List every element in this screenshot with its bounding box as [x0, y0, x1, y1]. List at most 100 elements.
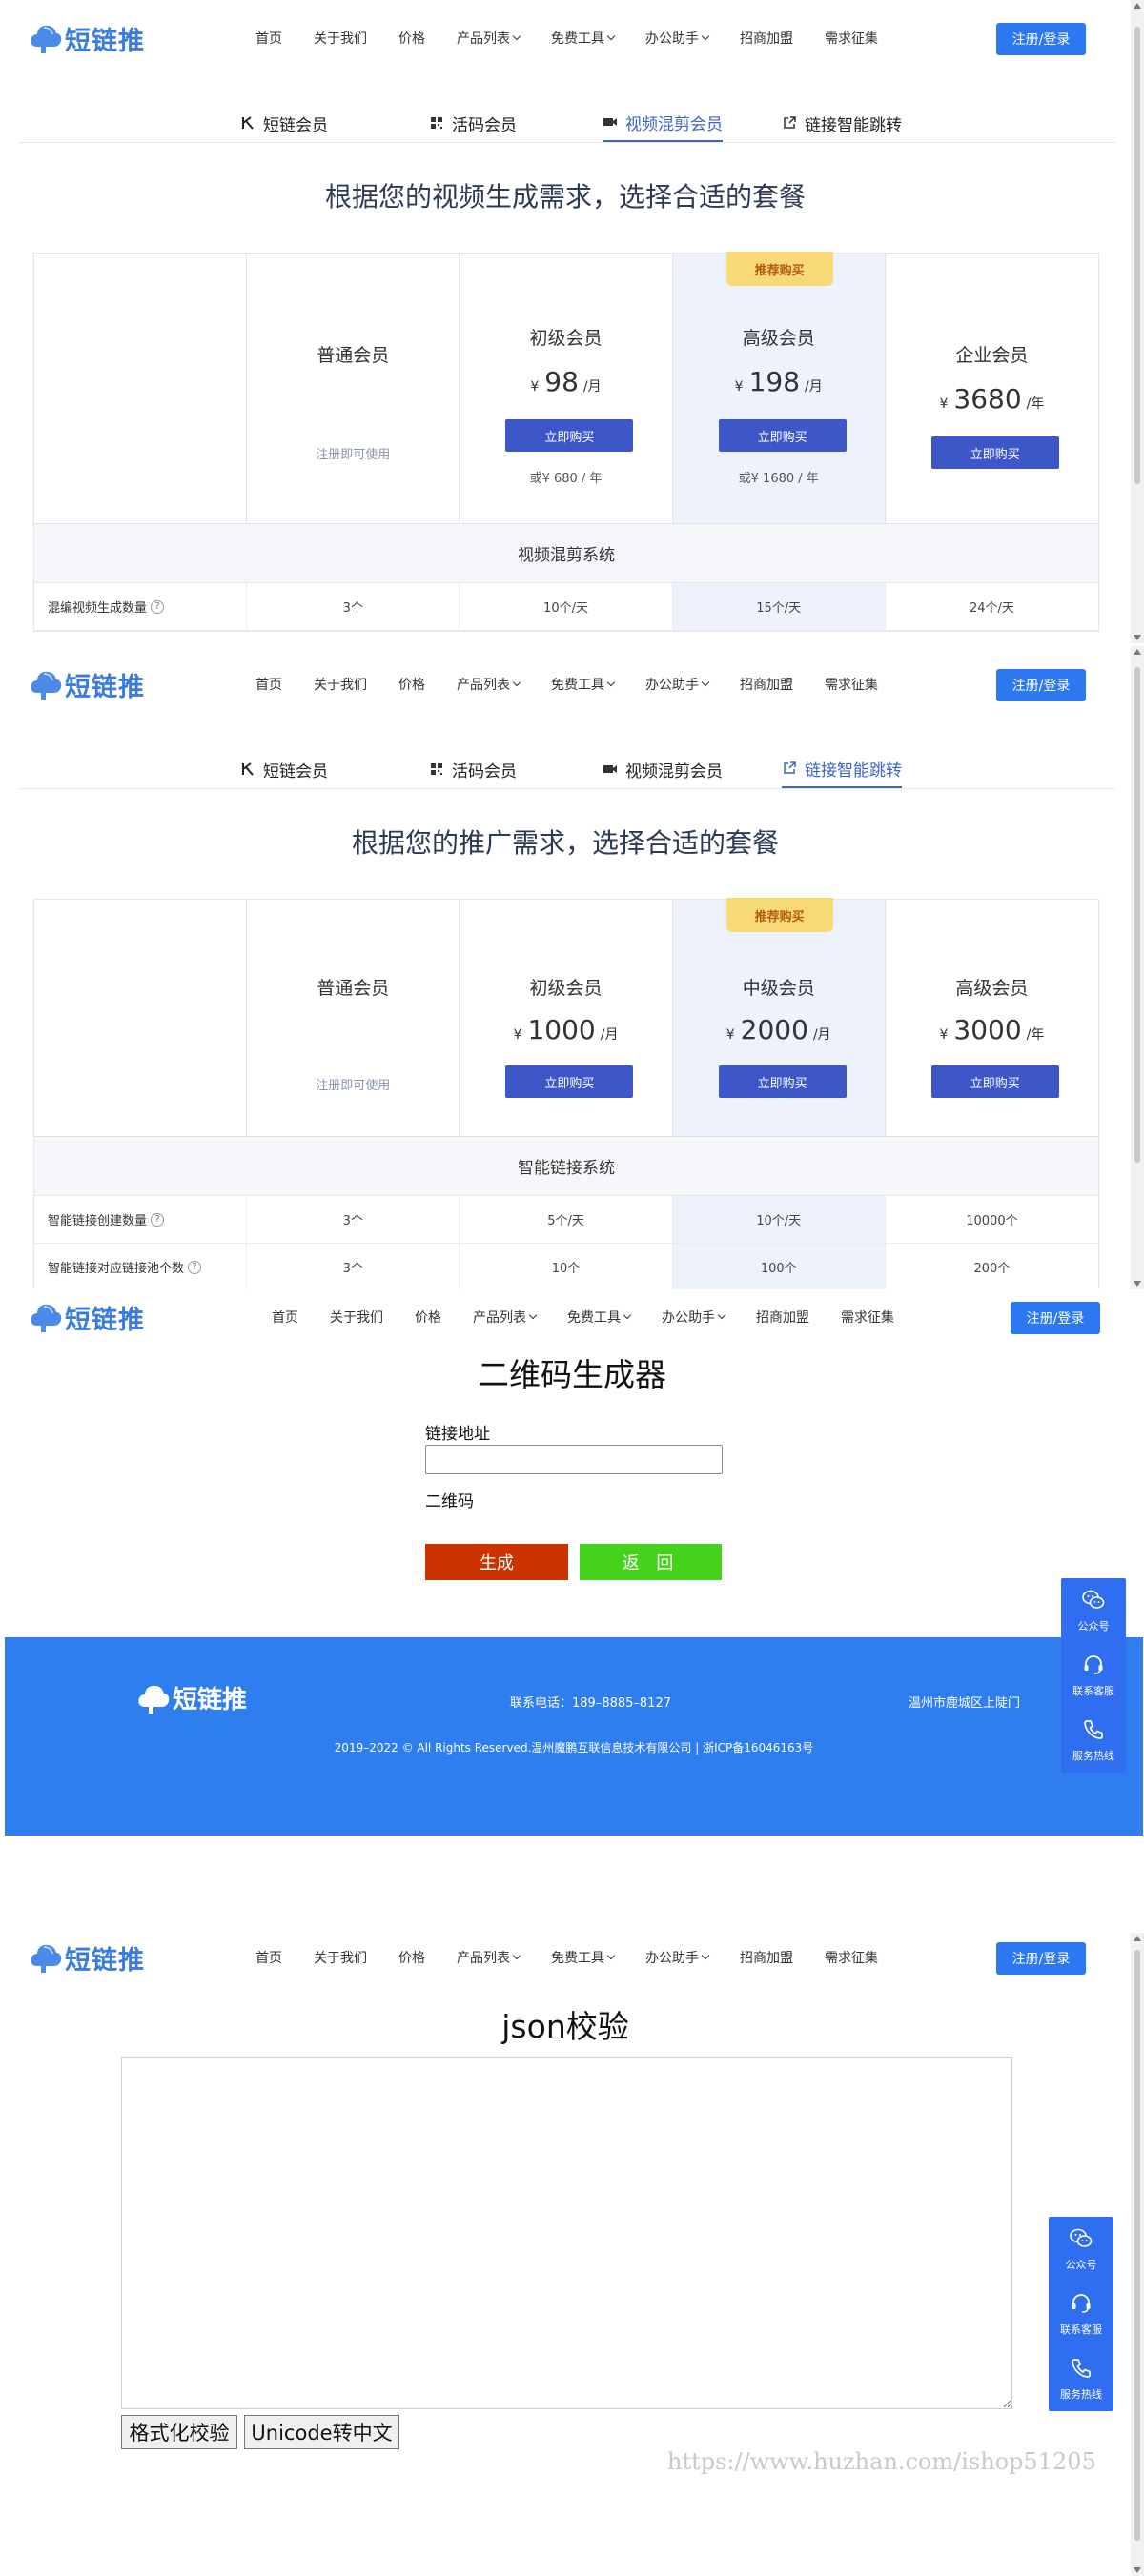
nav-item[interactable]: 关于我们: [314, 29, 367, 48]
scrollbar-thumb[interactable]: [1134, 1950, 1140, 2541]
nav-item[interactable]: 首页: [255, 29, 282, 48]
nav-item[interactable]: 招商加盟: [756, 1308, 809, 1327]
help-icon[interactable]: ?: [151, 1212, 165, 1227]
tab-qr-code[interactable]: 活码会员: [429, 104, 517, 142]
float-wechat[interactable]: 公众号: [1061, 1578, 1126, 1643]
scrollbar-thumb[interactable]: [1134, 667, 1140, 1163]
site-logo[interactable]: 短链推: [29, 1938, 145, 1977]
login-button[interactable]: 注册/登录: [1011, 1302, 1100, 1334]
float-service[interactable]: 联系客服: [1049, 2282, 1113, 2346]
nav-item[interactable]: 办公助手: [662, 1308, 726, 1327]
back-button[interactable]: 返 回: [580, 1544, 722, 1580]
nav-item[interactable]: 免费工具: [551, 29, 616, 48]
float-hotline[interactable]: 服务热线: [1049, 2346, 1113, 2411]
nav-item[interactable]: 价格: [398, 29, 425, 48]
nav-item-label: 需求征集: [825, 31, 878, 47]
video-camera-icon: [603, 761, 618, 777]
float-service[interactable]: 联系客服: [1061, 1643, 1126, 1708]
tab-qr-code[interactable]: 活码会员: [429, 750, 517, 788]
nav-item[interactable]: 产品列表: [473, 1308, 538, 1327]
nav-item[interactable]: 产品列表: [457, 1948, 521, 1967]
nav-item[interactable]: 招商加盟: [740, 1948, 793, 1967]
site-logo[interactable]: 短链推: [29, 19, 145, 57]
nav-item[interactable]: 产品列表: [457, 29, 521, 48]
buy-now-button[interactable]: 立即购买: [718, 1065, 847, 1098]
nav-item-label: 首页: [272, 1310, 298, 1326]
nav-item[interactable]: 需求征集: [841, 1308, 894, 1327]
nav-item[interactable]: 免费工具: [567, 1308, 632, 1327]
chevron-down-icon: [606, 31, 616, 41]
link-address-input[interactable]: [425, 1445, 723, 1474]
tab-smart-redirect[interactable]: 链接智能跳转: [782, 750, 902, 788]
site-logo[interactable]: 短链推: [29, 665, 145, 703]
nav-item[interactable]: 办公助手: [645, 1948, 710, 1967]
login-button[interactable]: 注册/登录: [996, 1942, 1086, 1975]
scrollbar[interactable]: [1131, 1933, 1144, 2576]
tab-smart-redirect[interactable]: 链接智能跳转: [782, 104, 902, 142]
nav-item[interactable]: 办公助手: [645, 675, 710, 694]
nav-item[interactable]: 需求征集: [825, 1948, 878, 1967]
pricing-table: 普通会员 注册即可使用 初级会员 ¥1000/月 立即购买 推荐购买 中级会员 …: [33, 898, 1099, 1289]
main-nav: 首页 关于我们 价格 产品列表 免费工具 办公助手 招商加盟 需求征集: [272, 1308, 926, 1327]
tab-short-link[interactable]: 短链会员: [240, 750, 328, 788]
nav-item[interactable]: 免费工具: [551, 1948, 616, 1967]
nav-item[interactable]: 需求征集: [825, 675, 878, 694]
plan-price: ¥198/月: [673, 366, 885, 397]
format-validate-button[interactable]: 格式化校验: [121, 2415, 237, 2449]
nav-item-label: 办公助手: [645, 678, 699, 693]
buy-now-button[interactable]: 立即购买: [718, 419, 847, 452]
buy-now-button[interactable]: 立即购买: [930, 1065, 1059, 1098]
nav-item[interactable]: 关于我们: [330, 1308, 383, 1327]
nav-item[interactable]: 价格: [398, 675, 425, 694]
nav-item[interactable]: 产品列表: [457, 675, 521, 694]
table-cell: 3个: [247, 1244, 460, 1289]
nav-item[interactable]: 首页: [255, 675, 282, 694]
login-button[interactable]: 注册/登录: [996, 23, 1086, 55]
scroll-down-icon[interactable]: [1134, 2567, 1141, 2573]
nav-item-label: 需求征集: [825, 1951, 878, 1966]
help-icon[interactable]: ?: [151, 599, 165, 614]
unicode-convert-button[interactable]: Unicode转中文: [244, 2415, 399, 2449]
nav-item[interactable]: 首页: [272, 1308, 298, 1327]
buy-now-button[interactable]: 立即购买: [930, 436, 1059, 469]
nav-item[interactable]: 免费工具: [551, 675, 616, 694]
float-wechat[interactable]: 公众号: [1049, 2217, 1113, 2282]
plan-name: 普通会员: [317, 978, 390, 999]
plan-note: 注册即可使用: [316, 448, 391, 462]
nav-item-label: 价格: [415, 1310, 441, 1326]
nav-item[interactable]: 需求征集: [825, 29, 878, 48]
nav-item[interactable]: 首页: [255, 1948, 282, 1967]
nav-item[interactable]: 价格: [415, 1308, 441, 1327]
generate-button[interactable]: 生成: [425, 1544, 568, 1580]
nav-item[interactable]: 招商加盟: [740, 29, 793, 48]
nav-item[interactable]: 办公助手: [645, 29, 710, 48]
json-input-textarea[interactable]: [121, 2057, 1012, 2409]
tab-video-remix[interactable]: 视频混剪会员: [603, 750, 723, 788]
page-title: json校验: [501, 2008, 629, 2045]
nav-item[interactable]: 关于我们: [314, 675, 367, 694]
scrollbar[interactable]: [1131, 0, 1144, 643]
login-button[interactable]: 注册/登录: [996, 669, 1086, 701]
currency: ¥: [734, 379, 744, 395]
scrollbar-thumb[interactable]: [1134, 27, 1140, 484]
scrollbar[interactable]: [1131, 646, 1144, 1289]
buy-now-button[interactable]: 立即购买: [505, 1065, 634, 1098]
footer-logo[interactable]: 短链推: [136, 1680, 247, 1715]
plan-name: 企业会员: [955, 345, 1029, 366]
nav-item[interactable]: 关于我们: [314, 1948, 367, 1967]
scroll-up-icon[interactable]: [1134, 1936, 1141, 1941]
scroll-down-icon[interactable]: [1134, 635, 1141, 640]
tab-short-link[interactable]: 短链会员: [240, 104, 328, 142]
site-logo[interactable]: 短链推: [29, 1298, 145, 1336]
buy-now-button[interactable]: 立即购买: [505, 419, 634, 452]
nav-item[interactable]: 价格: [398, 1948, 425, 1967]
nav-item[interactable]: 招商加盟: [740, 675, 793, 694]
scroll-down-icon[interactable]: [1134, 1281, 1141, 1287]
tab-video-remix[interactable]: 视频混剪会员: [603, 104, 723, 142]
scroll-up-icon[interactable]: [1134, 3, 1141, 9]
plan-price: ¥3680/年: [886, 383, 1098, 415]
float-hotline[interactable]: 服务热线: [1061, 1708, 1126, 1773]
help-icon[interactable]: ?: [188, 1260, 202, 1274]
chevron-down-icon: [606, 678, 616, 687]
scroll-up-icon[interactable]: [1134, 649, 1141, 655]
